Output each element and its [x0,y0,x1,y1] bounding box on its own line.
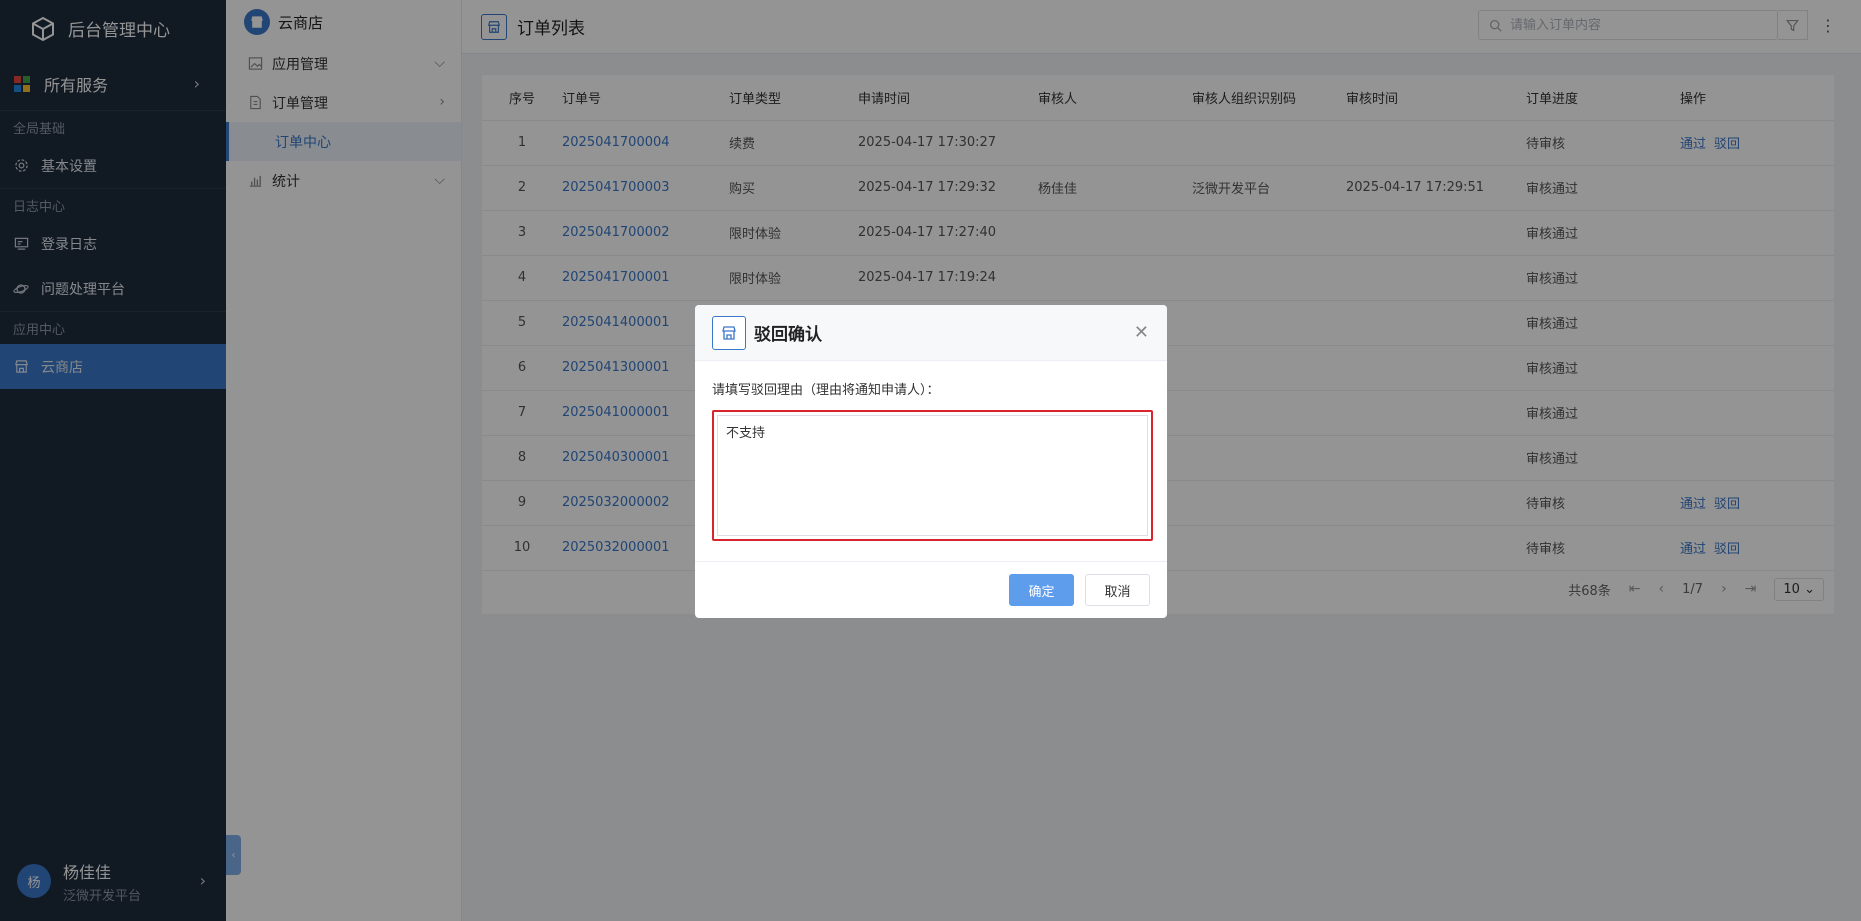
cancel-button[interactable]: 取消 [1085,574,1150,606]
dialog-header: 驳回确认 ✕ [695,305,1167,361]
reject-dialog: 驳回确认 ✕ 请填写驳回理由（理由将通知申请人）： 确定 取消 [695,305,1167,618]
dialog-title: 驳回确认 [754,325,822,345]
reason-label: 请填写驳回理由（理由将通知申请人）： [712,383,940,398]
dialog-body: 请填写驳回理由（理由将通知申请人）： [695,361,1167,541]
store-icon [712,315,746,350]
reject-reason-input[interactable] [717,415,1148,536]
reason-field-highlight [712,410,1153,541]
close-icon[interactable]: ✕ [1134,322,1149,343]
confirm-button[interactable]: 确定 [1009,574,1074,606]
dialog-footer: 确定 取消 [695,561,1167,618]
